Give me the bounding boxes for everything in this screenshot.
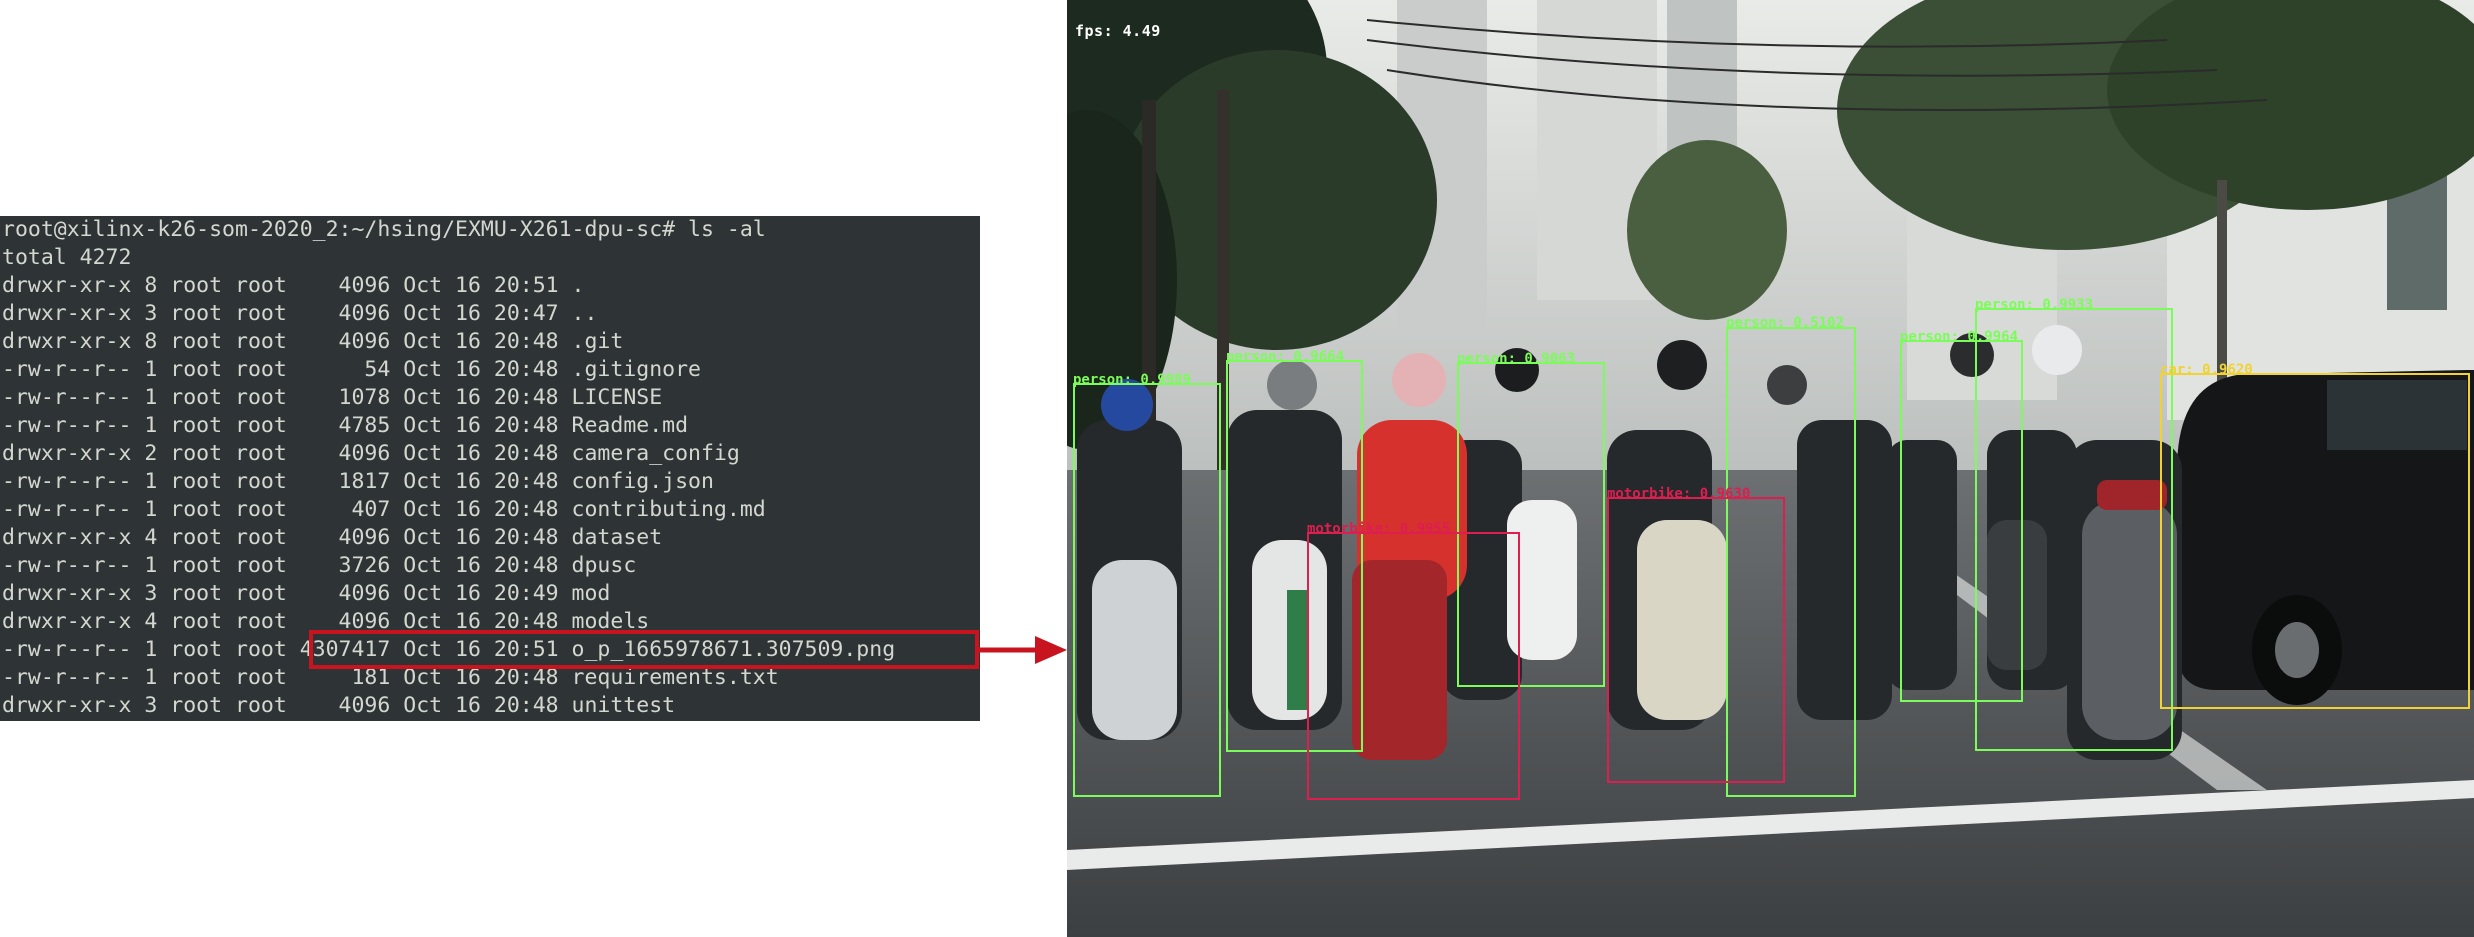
- terminal-line: drwxr-xr-x 3 root root 4096 Oct 16 20:49…: [2, 581, 611, 606]
- bounding-box-person: [1073, 383, 1221, 797]
- fps-label: fps: 4.49: [1075, 22, 1161, 40]
- file-highlight-box: [309, 630, 979, 669]
- terminal-line: drwxr-xr-x 3 root root 4096 Oct 16 20:48…: [2, 693, 676, 718]
- detection-label-person: person: 0.5102: [1726, 315, 1845, 331]
- terminal-prompt-line: root@xilinx-k26-som-2020_2:~/hsing/EXMU-…: [2, 217, 766, 242]
- terminal-line: total 4272: [2, 245, 132, 270]
- arrow-right-icon: [979, 636, 1067, 664]
- terminal-line: drwxr-xr-x 8 root root 4096 Oct 16 20:48…: [2, 329, 624, 354]
- bounding-box-car: [2160, 373, 2470, 709]
- terminal-line: -rw-r--r-- 1 root root 407 Oct 16 20:48 …: [2, 497, 766, 522]
- detection-label-person: person: 0.9063: [1457, 351, 1576, 367]
- detection-label-person: person: 0.9989: [1073, 372, 1192, 388]
- terminal-line: drwxr-xr-x 3 root root 4096 Oct 16 20:47…: [2, 301, 598, 326]
- terminal-line: -rw-r--r-- 1 root root 1078 Oct 16 20:48…: [2, 385, 663, 410]
- terminal-line: -rw-r--r-- 1 root root 3726 Oct 16 20:48…: [2, 553, 637, 578]
- terminal-line: -rw-r--r-- 1 root root 54 Oct 16 20:48 .…: [2, 357, 701, 382]
- detection-result-image: fps: 4.49 person: 0.9989 person: 0.9664 …: [1067, 0, 2474, 937]
- detection-label-person: person: 0.9664: [1226, 349, 1345, 365]
- detection-label-motorbike: motorbike: 0.9630: [1607, 486, 1751, 502]
- detection-label-car: car: 0.9620: [2160, 362, 2253, 378]
- terminal-line: -rw-r--r-- 1 root root 1817 Oct 16 20:48…: [2, 469, 714, 494]
- terminal-line: -rw-r--r-- 1 root root 4785 Oct 16 20:48…: [2, 413, 689, 438]
- terminal-line: drwxr-xr-x 2 root root 4096 Oct 16 20:48…: [2, 441, 740, 466]
- terminal-line: drwxr-xr-x 4 root root 4096 Oct 16 20:48…: [2, 525, 663, 550]
- terminal-line: drwxr-xr-x 8 root root 4096 Oct 16 20:51…: [2, 273, 585, 298]
- bounding-box-motorbike: [1307, 532, 1520, 800]
- detection-label-person: person: 0.9933: [1975, 297, 2094, 313]
- bounding-box-motorbike: [1607, 497, 1785, 783]
- bounding-box-person: [1975, 308, 2173, 751]
- detection-label-motorbike: motorbike: 0.9955: [1307, 521, 1451, 537]
